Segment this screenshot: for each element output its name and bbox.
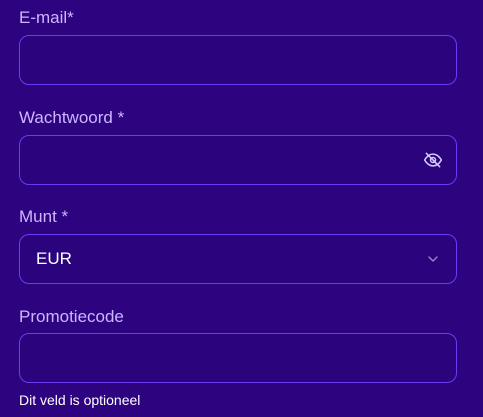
promo-code-field[interactable] [19, 333, 457, 383]
email-label: E-mail* [19, 8, 74, 27]
eye-slash-icon[interactable] [423, 150, 443, 170]
password-input[interactable] [20, 136, 456, 184]
password-field[interactable] [19, 135, 457, 185]
promo-code-label: Promotiecode [19, 307, 124, 326]
promo-code-hint: Dit veld is optioneel [19, 392, 141, 408]
email-field[interactable] [19, 35, 457, 85]
currency-selected-value: EUR [36, 249, 72, 268]
email-input[interactable] [20, 36, 456, 84]
registration-form: E-mail* Wachtwoord * Munt * EUR Promotie… [0, 0, 483, 417]
promo-code-input[interactable] [20, 334, 456, 382]
currency-select[interactable]: EUR [19, 234, 457, 284]
password-label: Wachtwoord * [19, 108, 125, 127]
chevron-down-icon [423, 249, 443, 269]
currency-label: Munt * [19, 207, 69, 226]
